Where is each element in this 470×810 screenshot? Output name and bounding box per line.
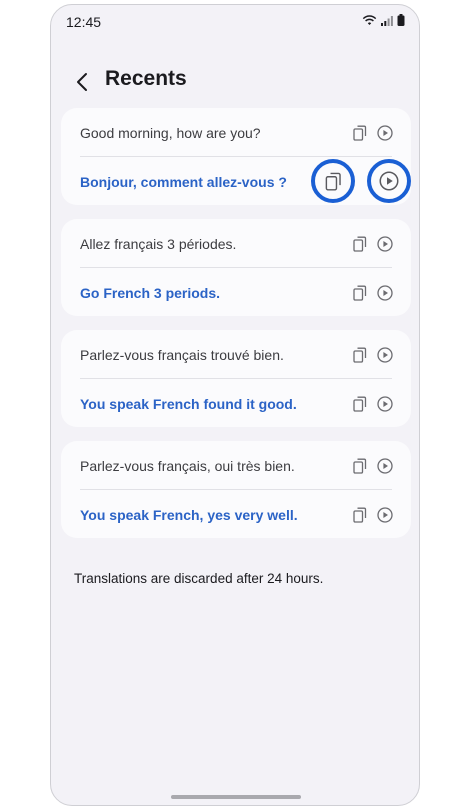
translation-row: Go French 3 periods. [61,268,411,317]
copy-button[interactable] [350,283,370,303]
translation-text: Bonjour, comment allez-vous ? [80,173,287,190]
play-button[interactable] [375,394,395,414]
play-icon [379,171,399,191]
back-button[interactable] [69,65,95,99]
source-text: Parlez-vous français trouvé bien. [80,346,284,363]
copy-icon [325,172,341,191]
play-button[interactable] [375,345,395,365]
source-text: Allez français 3 périodes. [80,235,237,252]
translation-card: Parlez-vous français trouvé bien. You sp… [61,330,411,427]
back-arrow-icon [77,73,87,91]
copy-button[interactable] [350,123,370,143]
translation-card: Parlez-vous français, oui très bien. You… [61,441,411,538]
copy-icon [353,507,367,523]
translation-text: You speak French found it good. [80,395,297,412]
discard-notice: Translations are discarded after 24 hour… [74,571,324,586]
source-row: Parlez-vous français, oui très bien. [61,441,411,490]
play-button[interactable] [375,234,395,254]
translation-text: Go French 3 periods. [80,284,221,301]
copy-icon [353,236,367,252]
play-button[interactable] [375,283,395,303]
copy-icon [353,125,367,141]
play-icon [377,284,393,301]
source-row: Good morning, how are you? [61,108,411,157]
home-indicator[interactable] [171,795,301,799]
play-button[interactable] [375,505,395,525]
play-icon [377,235,393,252]
translation-card: Allez français 3 périodes. Go French 3 p… [61,219,411,316]
translation-row: You speak French found it good. [61,379,411,428]
copy-button[interactable] [350,345,370,365]
play-button[interactable] [375,123,395,143]
battery-icon [397,14,405,26]
signal-icon [381,15,393,26]
copy-button-highlighted[interactable] [311,159,355,203]
header: Recents [51,61,419,103]
source-row: Allez français 3 périodes. [61,219,411,268]
source-text: Good morning, how are you? [80,124,261,141]
play-icon [377,346,393,363]
translation-card: Good morning, how are you? Bonjour, comm… [61,108,411,205]
phone-screen: 12:45 Recents Good morning, how are you?… [50,4,420,806]
copy-button[interactable] [350,234,370,254]
page-title: Recents [105,67,187,90]
copy-icon [353,458,367,474]
status-icons [362,14,405,26]
play-icon [377,395,393,412]
play-button[interactable] [375,456,395,476]
copy-icon [353,347,367,363]
play-icon [377,124,393,141]
copy-button[interactable] [350,394,370,414]
translation-text: You speak French, yes very well. [80,506,298,523]
copy-icon [353,285,367,301]
wifi-icon [362,14,377,25]
play-icon [377,457,393,474]
status-bar: 12:45 [51,5,419,39]
play-icon [377,506,393,523]
play-button-highlighted[interactable] [367,159,411,203]
translation-row: Bonjour, comment allez-vous ? [61,157,411,206]
copy-icon [353,396,367,412]
copy-button[interactable] [350,456,370,476]
copy-button[interactable] [350,505,370,525]
status-time: 12:45 [66,14,102,30]
source-text: Parlez-vous français, oui très bien. [80,457,295,474]
source-row: Parlez-vous français trouvé bien. [61,330,411,379]
translation-row: You speak French, yes very well. [61,490,411,539]
